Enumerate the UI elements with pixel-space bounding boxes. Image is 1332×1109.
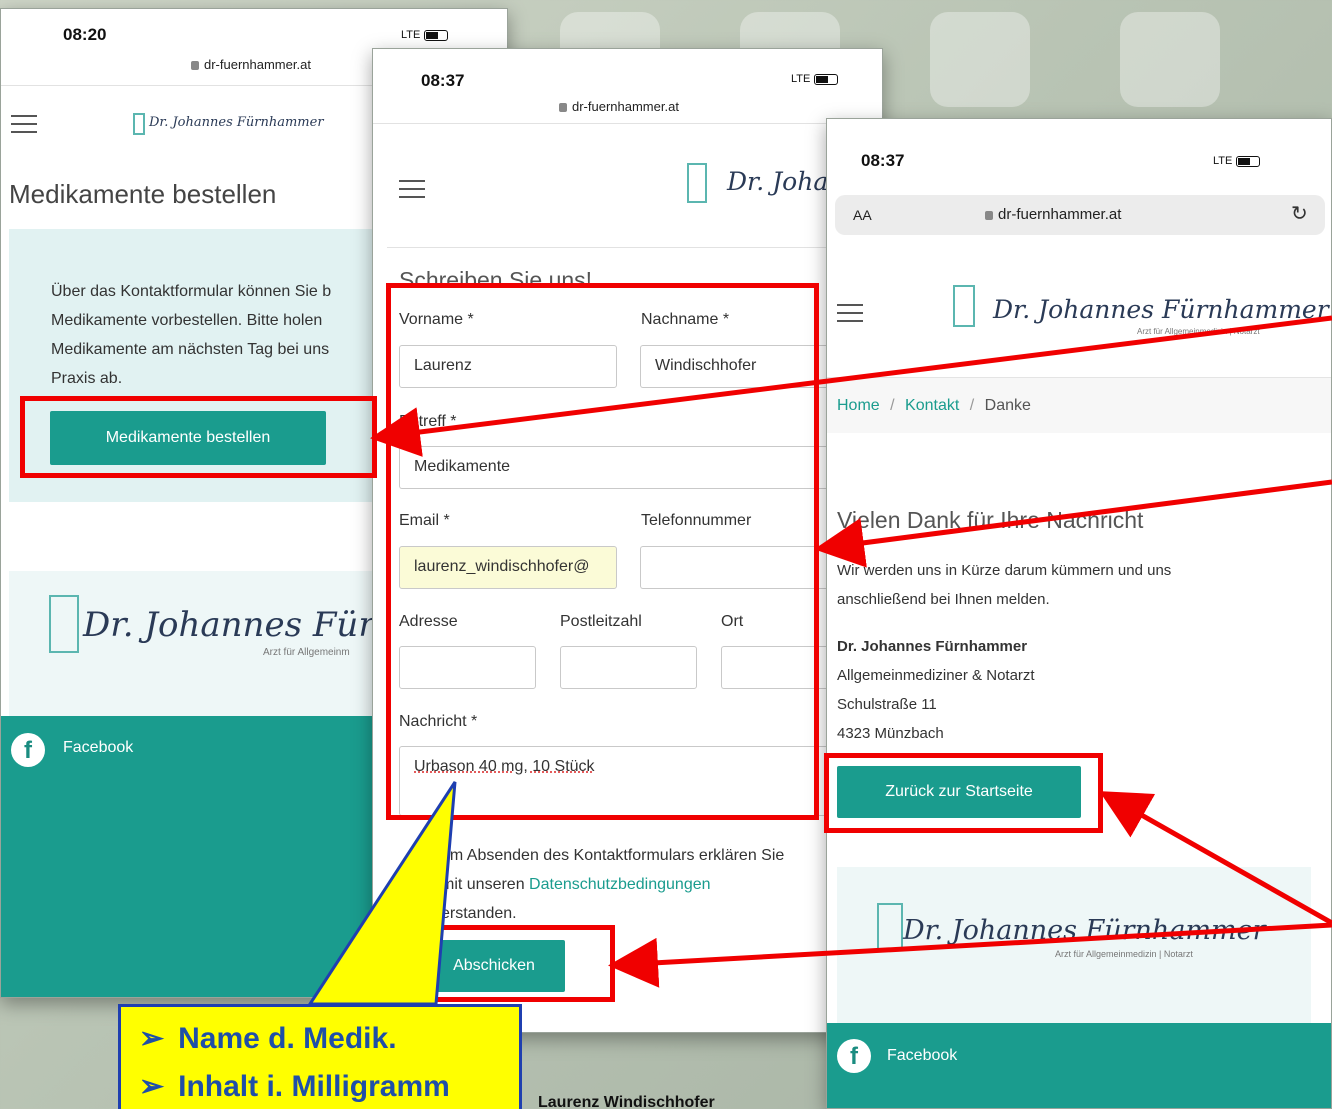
callout-item: ➢ Inhalt i. Milligramm <box>139 1070 450 1103</box>
callout-item-text: Inhalt i. Milligramm <box>178 1070 450 1103</box>
callout-item: ➢ Name d. Medik. <box>139 1022 397 1055</box>
annotation-overlay <box>307 315 1332 1006</box>
arrow-to-order-button <box>370 315 1332 457</box>
arrow-to-back-button <box>1099 791 1332 926</box>
callout-box: ➢ Name d. Medik. ➢ Inhalt i. Milligramm <box>118 1004 522 1109</box>
arrow-to-contact-form <box>814 479 1332 568</box>
bottom-caption: Laurenz Windischhofer <box>538 1094 715 1109</box>
arrow-to-submit-button <box>608 922 1332 988</box>
callout-item-text: Name d. Medik. <box>178 1022 397 1055</box>
callout-pointer <box>307 781 457 1006</box>
